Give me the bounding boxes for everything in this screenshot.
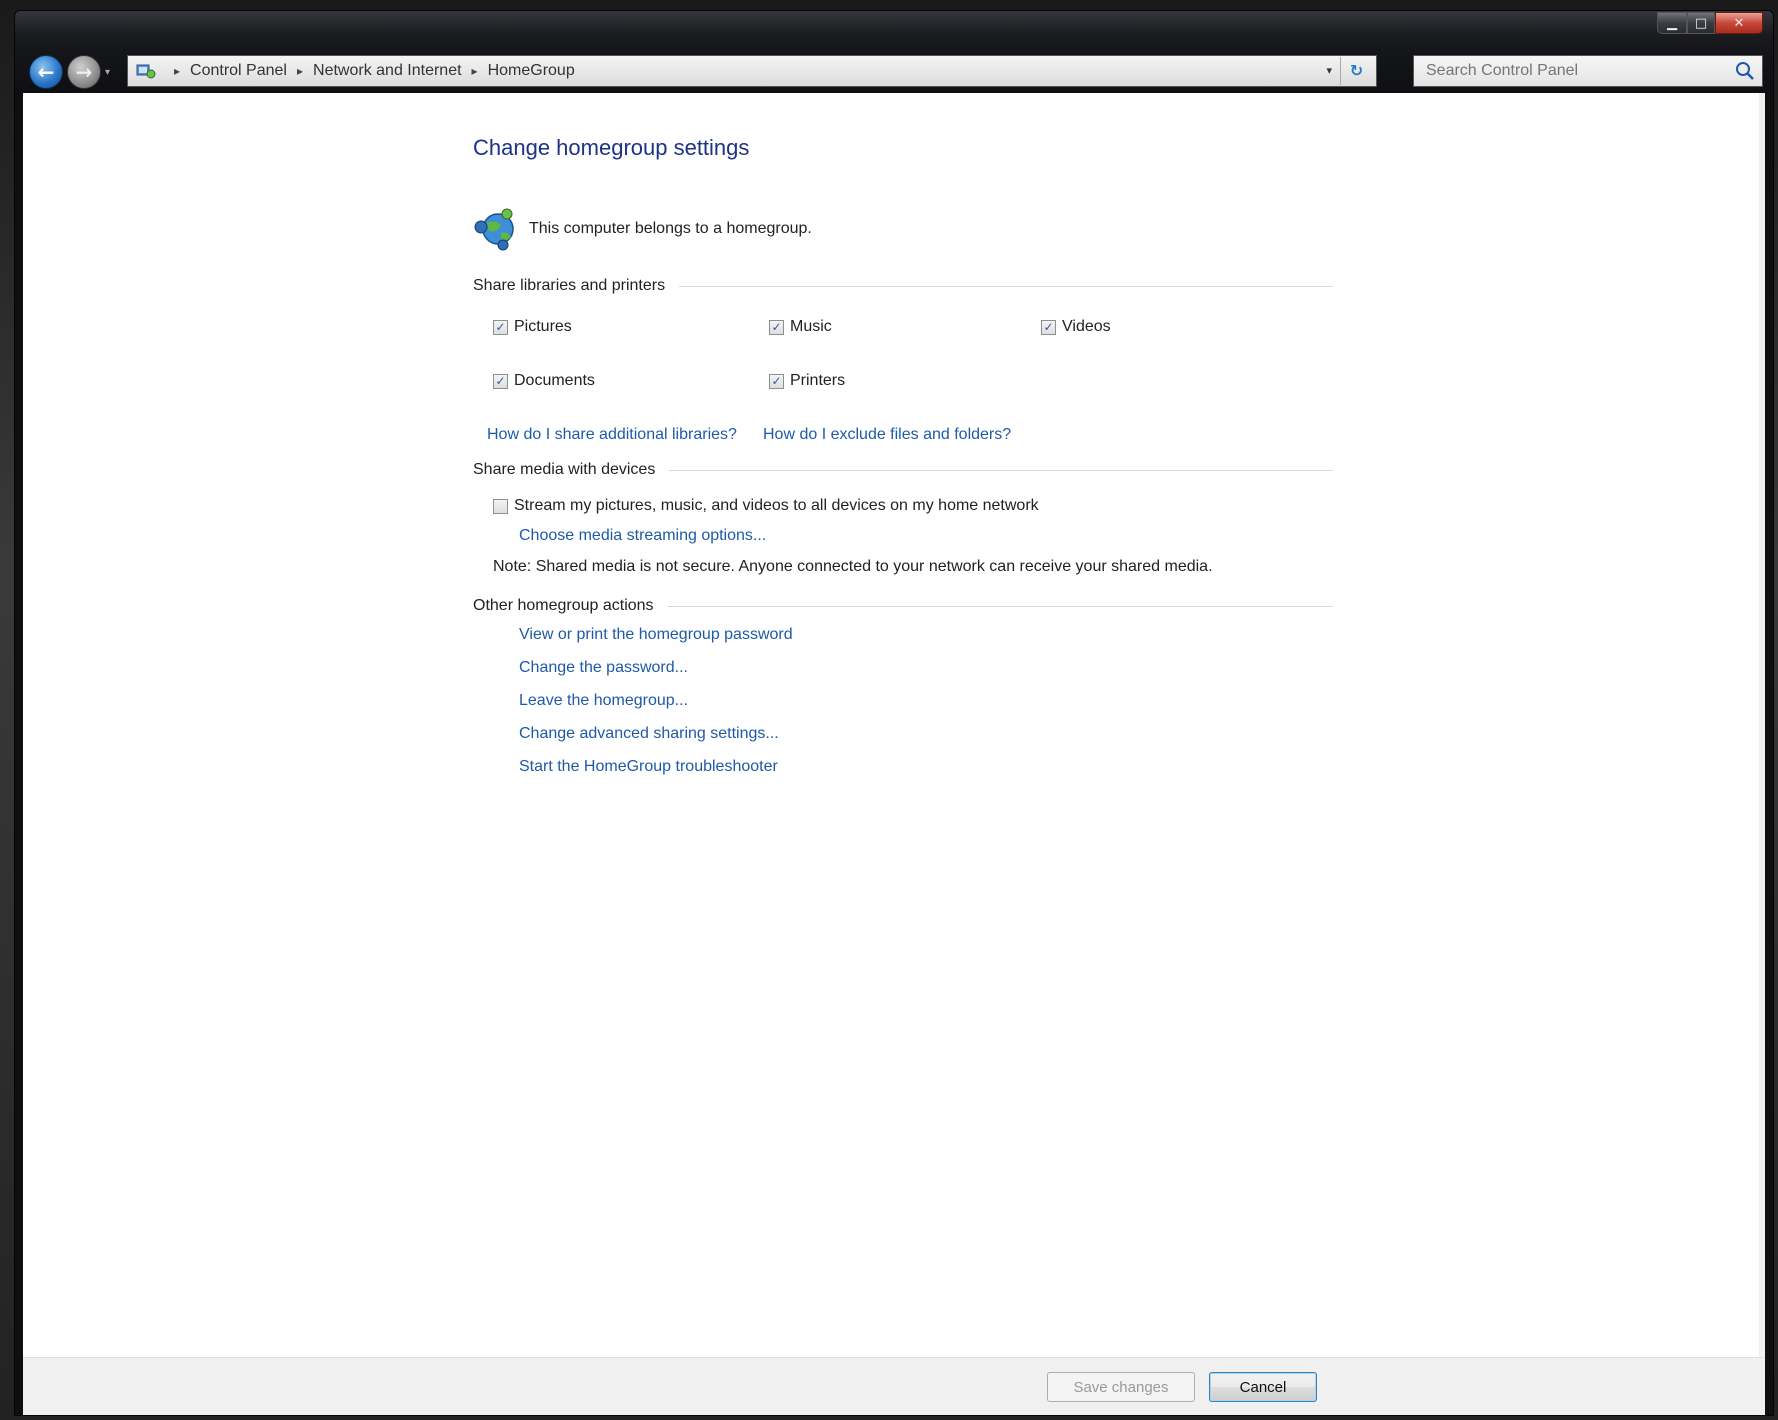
breadcrumb-separator[interactable]: ▸	[297, 64, 303, 78]
homegroup-troubleshooter-link[interactable]: Start the HomeGroup troubleshooter	[519, 758, 778, 776]
recent-pages-dropdown[interactable]: ▾	[105, 67, 110, 78]
share-additional-libraries-link[interactable]: How do I share additional libraries?	[487, 426, 737, 444]
section-divider	[667, 605, 1333, 607]
search-icon[interactable]	[1734, 60, 1756, 82]
stream-media-checkbox[interactable]: Stream my pictures, music, and videos to…	[493, 497, 1039, 515]
stream-media-label: Stream my pictures, music, and videos to…	[514, 497, 1039, 514]
section-divider	[669, 469, 1333, 471]
checkbox-box[interactable]: ✓	[769, 373, 784, 389]
share-media-header-label: Share media with devices	[473, 461, 656, 478]
breadcrumb-separator[interactable]: ▸	[472, 64, 478, 78]
search-input[interactable]	[1426, 62, 1726, 80]
navigation-bar: ← → ▾ ▸ Control Panel ▸ Network and Inte…	[15, 49, 1773, 93]
checkbox-box[interactable]: ✓	[1041, 319, 1056, 335]
title-bar: ▁ □ ✕	[15, 11, 1773, 49]
breadcrumb-separator: ▸	[174, 64, 181, 78]
save-changes-button[interactable]: Save changes	[1047, 1372, 1195, 1402]
printers-label: Printers	[790, 372, 846, 389]
view-print-password-link[interactable]: View or print the homegroup password	[519, 626, 793, 644]
homegroup-status: This computer belongs to a homegroup.	[473, 207, 812, 251]
back-button[interactable]: ←	[29, 55, 63, 89]
checkbox-box[interactable]: ✓	[493, 373, 508, 389]
minimize-button[interactable]: ▁	[1657, 12, 1687, 34]
section-divider	[679, 285, 1333, 287]
refresh-button[interactable]: ↻	[1340, 57, 1372, 85]
media-streaming-options-link[interactable]: Choose media streaming options...	[519, 527, 766, 545]
share-media-header: Share media with devices	[473, 461, 1333, 479]
breadcrumb-homegroup[interactable]: HomeGroup	[488, 62, 575, 80]
videos-label: Videos	[1062, 318, 1111, 335]
checkbox-box[interactable]: ✓	[493, 319, 508, 335]
printers-checkbox[interactable]: ✓ Printers	[769, 372, 845, 390]
address-bar[interactable]: ▸ Control Panel ▸ Network and Internet ▸…	[127, 55, 1377, 87]
window-controls: ▁ □ ✕	[1657, 12, 1763, 34]
homegroup-status-text: This computer belongs to a homegroup.	[529, 220, 812, 237]
media-security-note: Note: Shared media is not secure. Anyone…	[493, 558, 1213, 575]
homegroup-globe-icon	[473, 207, 519, 251]
close-button[interactable]: ✕	[1715, 12, 1763, 34]
maximize-button[interactable]: □	[1687, 12, 1715, 34]
music-label: Music	[790, 318, 832, 335]
control-panel-icon	[136, 62, 156, 80]
advanced-sharing-settings-link[interactable]: Change advanced sharing settings...	[519, 725, 779, 743]
other-actions-header-label: Other homegroup actions	[473, 597, 654, 614]
search-box[interactable]	[1413, 55, 1763, 87]
checkbox-box[interactable]: ✓	[769, 319, 784, 335]
dialog-footer: Save changes Cancel	[23, 1357, 1765, 1415]
share-libraries-header-label: Share libraries and printers	[473, 277, 666, 294]
page-title: Change homegroup settings	[473, 135, 750, 160]
pictures-checkbox[interactable]: ✓ Pictures	[493, 318, 572, 336]
other-actions-header: Other homegroup actions	[473, 597, 1333, 615]
change-password-link[interactable]: Change the password...	[519, 659, 688, 677]
forward-button[interactable]: →	[67, 55, 101, 89]
explorer-window: ▁ □ ✕ ← → ▾ ▸ Control Panel ▸ Network an…	[14, 10, 1774, 1416]
cancel-button[interactable]: Cancel	[1209, 1372, 1317, 1402]
breadcrumb-network-and-internet[interactable]: Network and Internet	[313, 62, 462, 80]
documents-checkbox[interactable]: ✓ Documents	[493, 372, 595, 390]
documents-label: Documents	[514, 372, 595, 389]
music-checkbox[interactable]: ✓ Music	[769, 318, 832, 336]
pictures-label: Pictures	[514, 318, 572, 335]
videos-checkbox[interactable]: ✓ Videos	[1041, 318, 1111, 336]
leave-homegroup-link[interactable]: Leave the homegroup...	[519, 692, 688, 710]
checkbox-box[interactable]	[493, 498, 508, 514]
scrollbar[interactable]	[1759, 93, 1765, 1357]
exclude-files-link[interactable]: How do I exclude files and folders?	[763, 426, 1011, 444]
content-area: Change homegroup settings This computer …	[23, 93, 1765, 1415]
breadcrumb-control-panel[interactable]: Control Panel	[190, 62, 287, 80]
share-libraries-header: Share libraries and printers	[473, 277, 1333, 295]
address-dropdown-icon[interactable]: ▾	[1326, 64, 1332, 77]
